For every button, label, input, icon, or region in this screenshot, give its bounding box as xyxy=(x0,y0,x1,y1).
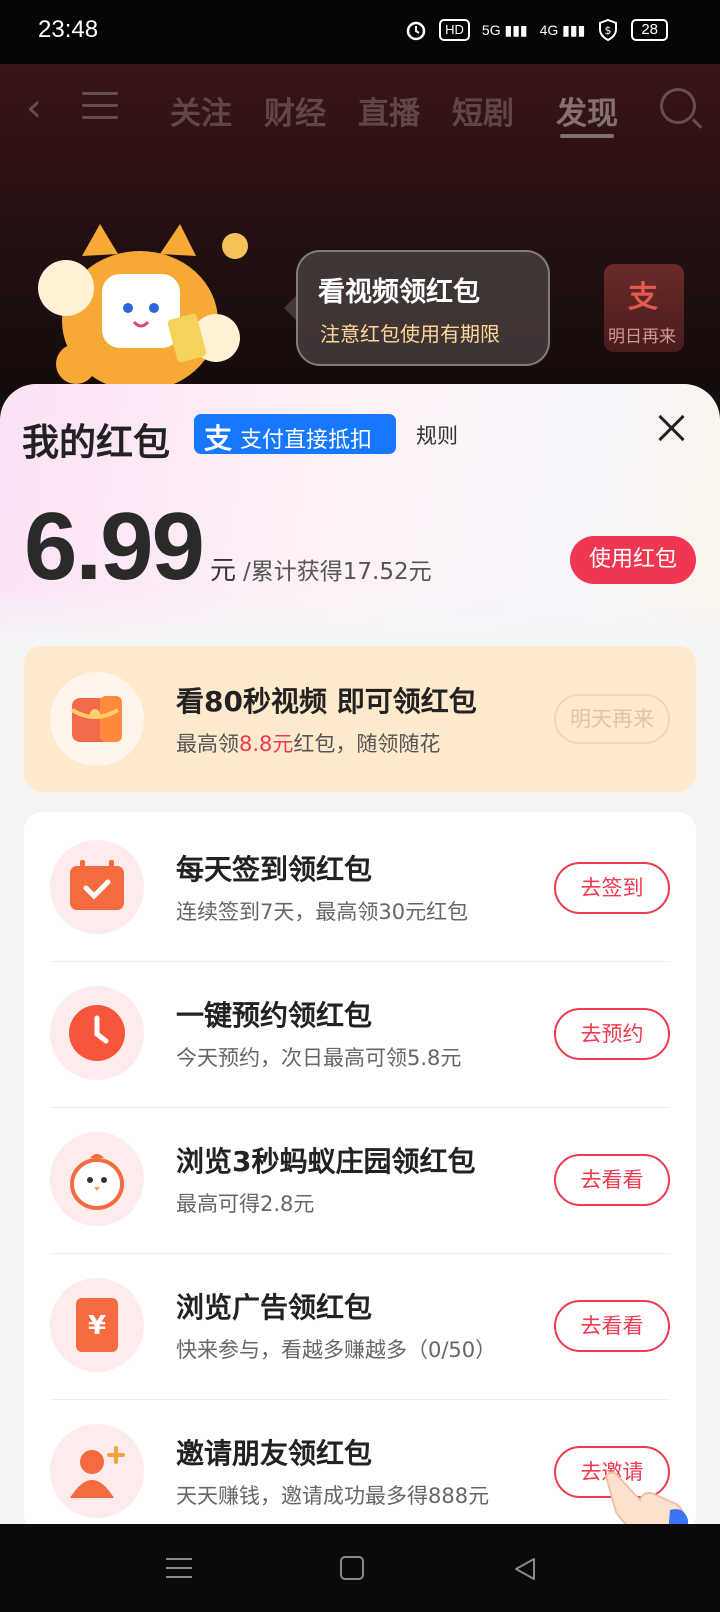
watch-video-card: 看80秒视频 即可领红包 最高领8.8元红包，随领随花 明天再来 xyxy=(24,646,696,792)
svg-text:$: $ xyxy=(605,24,612,37)
balance-amount: 6.99 xyxy=(24,493,205,600)
tab-live[interactable]: 直播 xyxy=(358,88,420,133)
red-packet-icon xyxy=(50,672,144,766)
alarm-icon xyxy=(406,21,426,41)
alipay-direct-deduct-badge: 支 支付直接抵扣 xyxy=(194,414,396,455)
signal-4g-label: 4G xyxy=(539,21,559,38)
add-user-icon xyxy=(50,1424,144,1518)
status-icons: HD 5G ▮▮▮ 4G ▮▮▮ $ 28 xyxy=(405,18,668,42)
tab-finance[interactable]: 财经 xyxy=(264,88,326,133)
signal-4g-icon: 4G ▮▮▮ xyxy=(539,21,586,38)
task-list: 每天签到领红包 连续签到7天，最高领30元红包 去签到 一键预约领红包 今天预约… xyxy=(24,812,696,1524)
svg-text:¥: ¥ xyxy=(88,1311,106,1341)
reserve-button[interactable]: 去预约 xyxy=(554,1008,670,1060)
tab-discover[interactable]: 发现 xyxy=(556,88,618,133)
tomorrow-badge[interactable]: 支 明日再来 xyxy=(604,264,684,352)
chick-icon xyxy=(50,1132,144,1226)
shield-dollar-icon: $ xyxy=(599,18,618,42)
back-icon[interactable]: ‹ xyxy=(26,88,42,128)
signal-5g-icon: 5G ▮▮▮ xyxy=(481,21,528,38)
yuan-card-icon: ¥ xyxy=(50,1278,144,1372)
search-icon[interactable] xyxy=(660,88,696,124)
task-subtitle: 今天预约，次日最高可领5.8元 xyxy=(176,1046,462,1070)
list-item: 邀请朋友领红包 天天赚钱，邀请成功最多得888元 去邀请 xyxy=(24,1396,696,1524)
tomorrow-badge-label: 明日再来 xyxy=(608,327,676,347)
task-title: 邀请朋友领红包 xyxy=(176,1437,373,1470)
tab-follow[interactable]: 关注 xyxy=(170,88,232,133)
rules-link[interactable]: 规则 xyxy=(416,420,458,450)
lucky-cat-mascot-icon xyxy=(38,224,248,386)
battery-icon: 28 xyxy=(631,19,668,41)
list-item: 一键预约领红包 今天预约，次日最高可领5.8元 去预约 xyxy=(24,958,696,1108)
back-triangle-icon[interactable] xyxy=(512,1556,538,1582)
hd-icon: HD xyxy=(439,19,470,41)
task-title: 一键预约领红包 xyxy=(176,999,373,1032)
use-red-packet-button[interactable]: 使用红包 xyxy=(570,536,696,584)
video-card-title: 看80秒视频 即可领红包 xyxy=(176,685,477,718)
status-time: 23:48 xyxy=(38,16,99,43)
promo-bubble: 看视频领红包 注意红包使用有期限 xyxy=(284,250,550,366)
top-nav: ‹ 关注 财经 直播 短剧 发现 xyxy=(0,84,720,144)
status-bar: 23:48 HD 5G ▮▮▮ 4G ▮▮▮ $ 28 xyxy=(0,0,720,64)
menu-icon[interactable] xyxy=(82,92,118,122)
view-ant-farm-button[interactable]: 去看看 xyxy=(554,1154,670,1206)
clock-icon xyxy=(50,986,144,1080)
view-ads-button[interactable]: 去看看 xyxy=(554,1300,670,1352)
total-earned: /累计获得17.52元 xyxy=(243,559,432,585)
task-title: 浏览3秒蚂蚁庄园领红包 xyxy=(176,1145,476,1178)
task-title: 每天签到领红包 xyxy=(176,853,373,886)
alipay-badge-label: 支付直接抵扣 xyxy=(240,428,373,453)
video-card-subtitle: 最高领8.8元红包，随领随花 xyxy=(176,728,440,758)
checkin-button[interactable]: 去签到 xyxy=(554,862,670,914)
signal-5g-label: 5G xyxy=(481,21,501,38)
task-subtitle: 最高可得2.8元 xyxy=(176,1192,315,1216)
list-item: ¥ 浏览广告领红包 快来参与，看越多赚越多（0/50） 去看看 xyxy=(24,1250,696,1400)
system-nav-bar xyxy=(0,1524,720,1612)
bubble-subtitle: 注意红包使用有期限 xyxy=(320,322,500,346)
recent-apps-icon[interactable] xyxy=(166,1558,192,1580)
task-subtitle: 天天赚钱，邀请成功最多得888元 xyxy=(176,1484,490,1508)
tab-short-drama[interactable]: 短剧 xyxy=(452,88,514,133)
close-icon[interactable] xyxy=(654,410,690,446)
video-card-sub-suffix: 红包，随领随花 xyxy=(293,732,441,756)
task-title: 浏览广告领红包 xyxy=(176,1291,373,1324)
list-item: 浏览3秒蚂蚁庄园领红包 最高可得2.8元 去看看 xyxy=(24,1104,696,1254)
list-item: 每天签到领红包 连续签到7天，最高领30元红包 去签到 xyxy=(24,812,696,962)
video-card-sub-prefix: 最高领 xyxy=(176,732,239,756)
sheet-title: 我的红包 xyxy=(22,421,170,464)
task-subtitle: 连续签到7天，最高领30元红包 xyxy=(176,900,469,924)
bubble-title: 看视频领红包 xyxy=(318,277,480,308)
alipay-icon: 支 xyxy=(204,422,233,455)
video-card-sub-highlight: 8.8元 xyxy=(239,732,294,756)
task-subtitle: 快来参与，看越多赚越多（0/50） xyxy=(176,1338,497,1362)
home-icon[interactable] xyxy=(340,1556,364,1580)
calendar-check-icon xyxy=(50,840,144,934)
active-tab-indicator xyxy=(560,134,614,138)
alipay-icon: 支 xyxy=(628,280,658,315)
come-back-tomorrow-button[interactable]: 明天再来 xyxy=(554,694,670,744)
balance-unit: 元 xyxy=(210,556,237,586)
red-packet-sheet: 我的红包 支 支付直接抵扣 规则 6.99 元 /累计获得17.52元 使用红包… xyxy=(0,384,720,1524)
